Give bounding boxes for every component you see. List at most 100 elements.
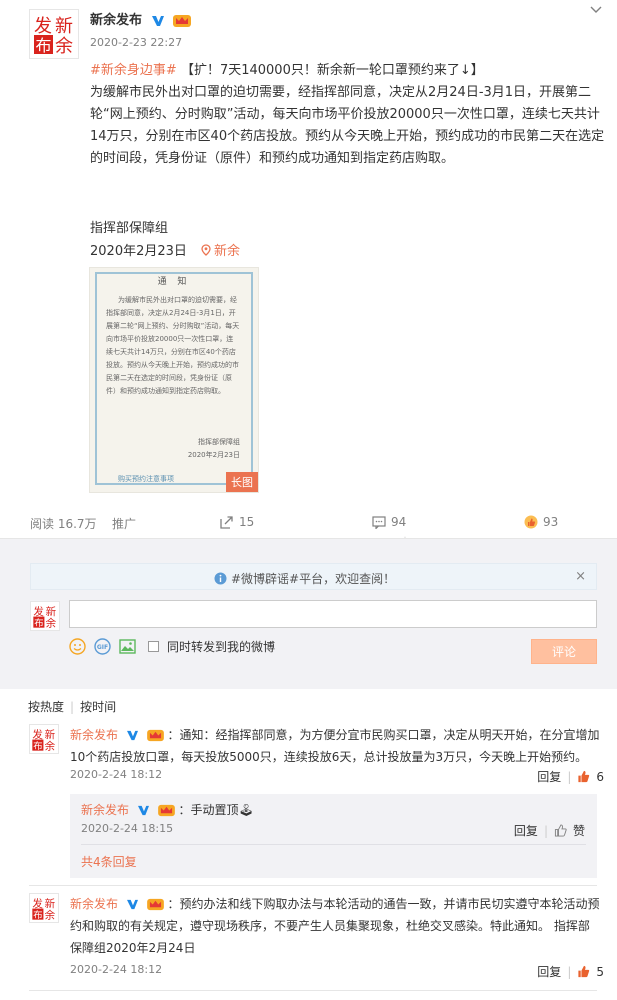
comment-time: 2020-2-24 18:12 <box>70 963 163 976</box>
repost-button[interactable]: 15 <box>220 515 254 529</box>
notice-sign-org: 指挥部保障组 <box>198 438 240 446</box>
read-count: 阅读 16.7万 <box>30 517 97 531</box>
svg-text:新: 新 <box>55 16 73 37</box>
svg-text:布: 布 <box>34 617 43 629</box>
sub-reply-author[interactable]: 新余发布 <box>81 803 129 817</box>
weibo-card: 发 新 布 余 新余发布 2020-2-23 22:27 #新余身边事# 【扩！… <box>0 0 617 1000</box>
verified-v-icon <box>137 805 149 816</box>
post-time[interactable]: 2020-2-23 22:27 <box>90 36 182 49</box>
action-bar: 阅读 16.7万 推广 15 94 93 <box>0 510 617 542</box>
like-button[interactable]: 93 <box>524 515 558 529</box>
rumor-banner[interactable]: #微博辟谣#平台，欢迎查阅！ × <box>30 563 597 590</box>
sort-divider: | <box>70 700 75 714</box>
divider <box>29 885 597 886</box>
svg-text:新: 新 <box>46 605 57 618</box>
svg-text:余: 余 <box>55 36 73 57</box>
ops-divider: | <box>543 823 548 838</box>
sort-by-hot[interactable]: 按热度 <box>28 700 64 714</box>
comment-like-count: 6 <box>596 769 604 784</box>
vip-crown-icon <box>146 898 164 911</box>
notice-long-image[interactable]: 通 知 为缓解市民外出对口罩的迫切需要，经指挥部同意，决定从2月24日-3月1日… <box>89 267 259 493</box>
xinyu-logo-icon: 发 新 布 余 <box>31 11 77 57</box>
reply-button[interactable]: 回复 <box>537 768 561 785</box>
rumor-banner-text[interactable]: #微博辟谣#平台，欢迎查阅！ <box>214 570 395 587</box>
author-avatar[interactable]: 发 新 布 余 <box>29 9 79 59</box>
topic-link[interactable]: #新余身边事# <box>90 63 177 78</box>
comment-like-count: 5 <box>596 964 604 979</box>
thumbs-up-icon[interactable] <box>577 770 590 783</box>
comment-text: 新余发布 ：预约办法和线下购取办法与本轮活动的通告一致，并请市民切实遵守本轮活动… <box>70 893 600 959</box>
svg-text:发: 发 <box>32 897 43 910</box>
verified-v-icon <box>126 899 138 910</box>
verified-v-icon <box>126 730 138 741</box>
comment-button[interactable]: 94 <box>372 515 406 529</box>
divider <box>29 990 597 991</box>
svg-text:余: 余 <box>45 740 56 753</box>
svg-text:发: 发 <box>33 605 44 618</box>
current-user-avatar[interactable]: 发 新 布 余 <box>30 601 60 631</box>
commenter-name[interactable]: 新余发布 <box>70 897 118 911</box>
post-author[interactable]: 新余发布 <box>90 9 192 28</box>
gif-icon[interactable]: GIF <box>94 638 111 655</box>
xinyu-logo-icon: 发 新 布 余 <box>32 897 56 922</box>
sort-by-time[interactable]: 按时间 <box>80 700 116 714</box>
sub-reply-like[interactable]: 赞 <box>573 822 585 839</box>
sub-reply-time: 2020-2-24 18:15 <box>81 822 174 835</box>
notice-title: 通 知 <box>157 277 191 287</box>
info-icon <box>214 572 227 585</box>
notice-footer: 购买预约注意事项 <box>118 475 174 483</box>
rumor-banner-label[interactable]: #微博辟谣#平台，欢迎查阅！ <box>231 570 395 587</box>
svg-text:新: 新 <box>45 728 56 741</box>
sub-reply-button[interactable]: 回复 <box>514 822 538 839</box>
more-replies-link[interactable]: 共4条回复 <box>81 853 137 870</box>
close-icon[interactable]: × <box>575 569 586 584</box>
comment-item: 发 新 布 余 新余发布 ：预约办法和线下购取办法与本轮活动的通告一致，并请市民… <box>29 893 604 983</box>
svg-text:发: 发 <box>34 16 52 37</box>
svg-text:余: 余 <box>45 909 56 922</box>
notice-sign-date: 2020年2月23日 <box>187 451 240 459</box>
svg-text:布: 布 <box>33 909 42 921</box>
vip-crown-icon <box>157 804 175 817</box>
comment-sort: 按热度 | 按时间 <box>28 698 116 715</box>
also-repost-label[interactable]: 同时转发到我的微博 <box>167 638 275 655</box>
svg-text:新: 新 <box>45 897 56 910</box>
divider <box>81 844 586 845</box>
post-content: #新余身边事# 【扩！7天140000只！新余新一轮口罩预约来了↓】 为缓解市民… <box>90 60 605 170</box>
comment-text: 新余发布 ：通知：经指挥部同意，为方便分宜市民购买口罩，决定从明天开始，在分宜增… <box>70 724 600 768</box>
thumbs-up-icon[interactable] <box>577 965 590 978</box>
chevron-down-icon[interactable] <box>589 3 603 17</box>
also-repost-checkbox[interactable] <box>148 641 159 652</box>
ops-divider: | <box>567 964 572 979</box>
reply-button[interactable]: 回复 <box>537 963 561 980</box>
image-icon[interactable] <box>119 639 136 654</box>
notice-text: 为缓解市民外出对口罩的迫切需要，经指挥部同意，决定从2月24日-3月1日，开展第… <box>106 296 240 395</box>
xinyu-logo-icon: 发 新 布 余 <box>32 728 56 753</box>
post-date: 2020年2月23日 <box>90 244 187 259</box>
location-name[interactable]: 新余 <box>214 244 240 259</box>
author-name[interactable]: 新余发布 <box>90 13 142 28</box>
promote-link[interactable]: 推广 <box>112 515 136 532</box>
sub-reply-actions: 回复 | 赞 <box>514 822 585 839</box>
comment-input[interactable] <box>69 600 597 628</box>
post-date-location: 2020年2月23日 新余 <box>90 240 240 259</box>
thumbs-up-outline-icon[interactable] <box>554 824 567 837</box>
repost-icon <box>220 515 233 529</box>
composer-tools: GIF 同时转发到我的微博 <box>69 638 275 655</box>
commenter-name[interactable]: 新余发布 <box>70 728 118 742</box>
repost-count: 15 <box>239 515 255 529</box>
sub-reply-box: 新余发布 ：手动置顶🕹 2020-2-24 18:15 回复 | 赞 共4条回复 <box>70 794 597 878</box>
emoji-icon[interactable] <box>69 638 86 655</box>
verified-v-icon <box>151 15 164 26</box>
thumbs-up-icon <box>524 515 538 529</box>
post-headline: 【扩！7天140000只！新余新一轮口罩预约来了↓】 <box>180 63 484 78</box>
notice-sign: 指挥部保障组 2020年2月23日 <box>188 436 240 462</box>
svg-text:余: 余 <box>46 617 57 630</box>
svg-text:布: 布 <box>33 740 42 752</box>
sub-reply-body: ：手动置顶🕹 <box>178 803 254 817</box>
sub-reply-text: 新余发布 ：手动置顶🕹 <box>81 800 254 820</box>
commenter-avatar[interactable]: 发 新 布 余 <box>29 893 59 923</box>
location-link[interactable]: 新余 <box>201 244 240 259</box>
ops-divider: | <box>567 769 572 784</box>
submit-comment-button[interactable]: 评论 <box>531 639 597 664</box>
commenter-avatar[interactable]: 发 新 布 余 <box>29 724 59 754</box>
